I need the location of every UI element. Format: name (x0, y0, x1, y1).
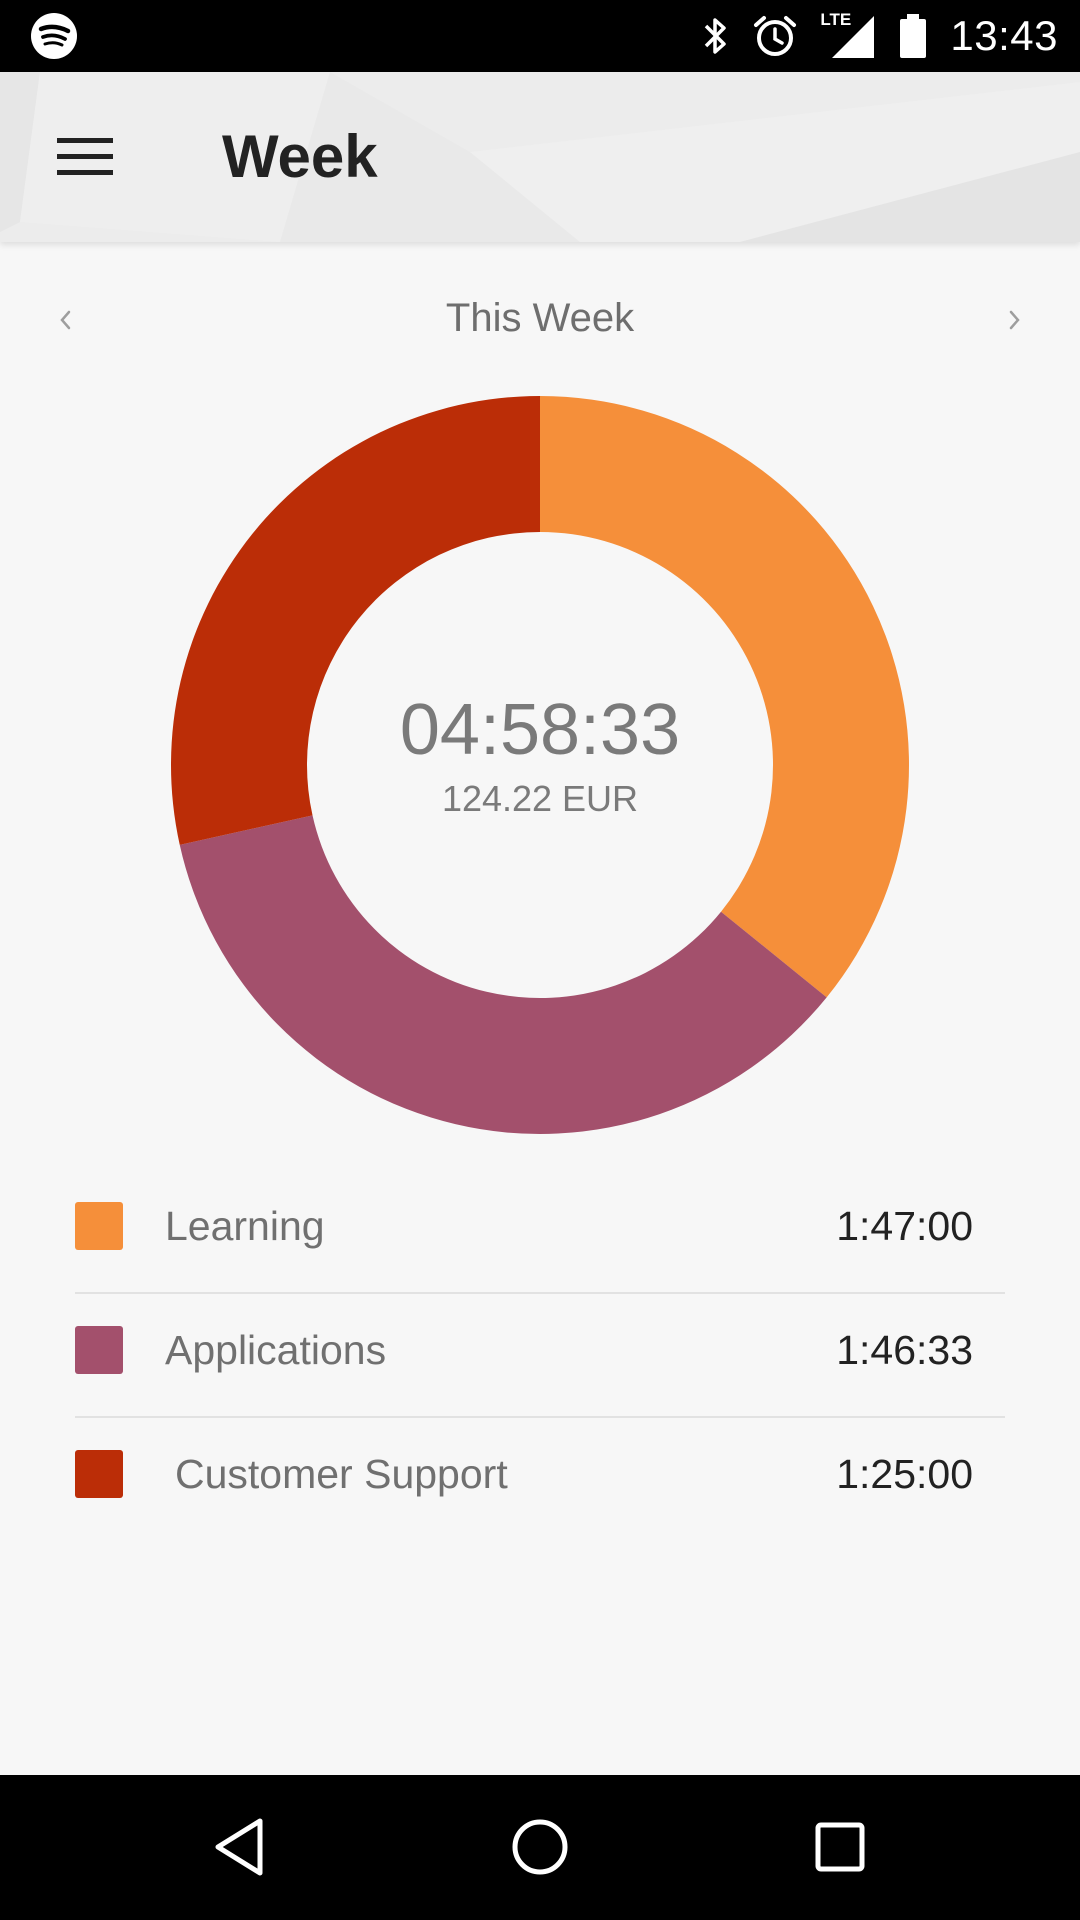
list-item-learning[interactable]: Learning 1:47:00 (75, 1170, 1005, 1294)
recents-square-icon (815, 1822, 865, 1872)
color-swatch (75, 1450, 123, 1498)
donut-slice-customer-support (170, 396, 541, 845)
lte-signal-icon: LTE (820, 10, 876, 60)
list-item-customer-support[interactable]: Customer Support 1:25:00 (75, 1418, 1005, 1540)
home-button[interactable] (490, 1797, 590, 1897)
page-title: Week (222, 123, 378, 190)
category-duration: 1:25:00 (836, 1451, 973, 1497)
battery-icon (898, 12, 928, 60)
category-duration: 1:46:33 (836, 1327, 973, 1373)
home-circle-icon (512, 1819, 568, 1875)
category-label: Learning (165, 1203, 325, 1249)
network-label: LTE (820, 10, 852, 29)
category-label: Applications (165, 1327, 387, 1373)
color-swatch (75, 1202, 123, 1250)
back-button[interactable] (190, 1797, 290, 1897)
bluetooth-icon (700, 14, 730, 58)
recents-button[interactable] (790, 1797, 890, 1897)
menu-button[interactable] (40, 117, 130, 197)
alarm-icon (752, 13, 798, 59)
period-selector: This Week (0, 282, 1080, 358)
donut-slice-learning (540, 396, 910, 998)
chevron-right-icon (1009, 310, 1020, 330)
period-label: This Week (445, 296, 635, 340)
category-duration: 1:47:00 (836, 1203, 973, 1249)
category-label: Customer Support (175, 1451, 508, 1497)
hamburger-menu-icon (57, 138, 113, 175)
donut-chart (170, 395, 910, 1135)
status-clock: 13:43 (950, 12, 1058, 59)
next-period-button[interactable] (986, 292, 1042, 348)
status-bar: LTE 13:43 (0, 0, 1080, 72)
back-triangle-icon (215, 1818, 263, 1876)
spotify-icon (30, 12, 78, 60)
donut-slice-applications (179, 815, 827, 1134)
list-item-applications[interactable]: Applications 1:46:33 (75, 1294, 1005, 1418)
donut-chart-svg (170, 396, 910, 1134)
screen: LTE 13:43 Week This Week 04:58:33 124.22… (0, 0, 1080, 1920)
system-nav-bar (0, 1775, 1080, 1920)
category-list: Learning 1:47:00 Applications 1:46:33 Cu… (75, 1170, 1005, 1540)
app-bar-background (0, 72, 1080, 242)
color-swatch (75, 1326, 123, 1374)
app-bar: Week (0, 72, 1080, 242)
